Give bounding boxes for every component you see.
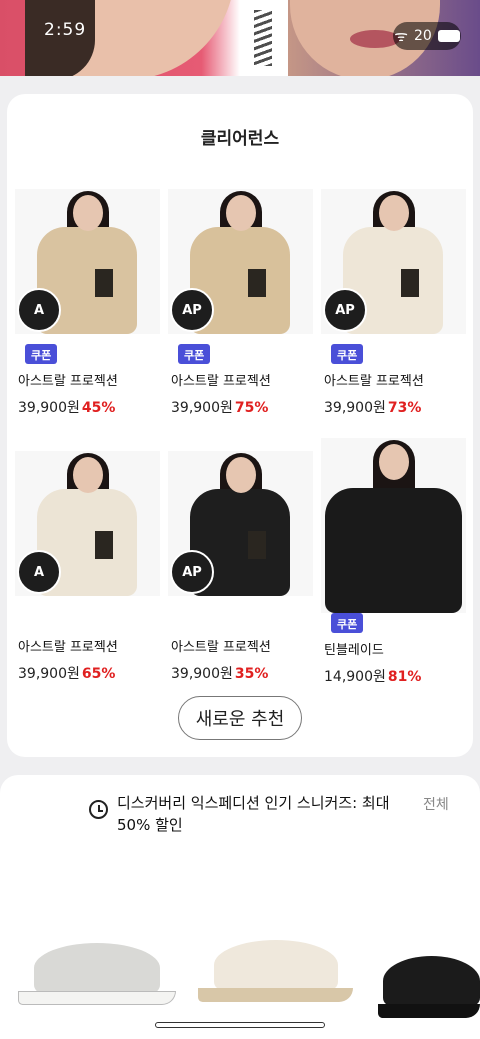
product-image[interactable]: A (15, 189, 160, 334)
product-card[interactable]: A 아스트랄 프로젝션 39,900원 65% (15, 451, 160, 683)
banner-graphic (240, 0, 288, 76)
see-all-link[interactable]: 전체 (423, 794, 449, 814)
brand-logo-badge: AP (170, 288, 214, 332)
shoe-sole (198, 988, 353, 1002)
product-price: 39,900원 73% (324, 397, 466, 417)
brand-logo-badge: AP (170, 550, 214, 594)
wifi-icon: ᯤ (394, 27, 408, 45)
model-head (379, 444, 409, 480)
status-indicators: ᯤ 20 (393, 22, 461, 50)
price-value: 14,900원 (324, 669, 386, 685)
model-head (226, 195, 256, 231)
coupon-badge: 쿠폰 (178, 344, 211, 364)
shoe-upper (33, 943, 161, 993)
price-value: 39,900원 (171, 400, 233, 416)
product-name: 아스트랄 프로젝션 (324, 374, 424, 389)
price-value: 39,900원 (171, 666, 233, 682)
coupon-badge: 쿠폰 (25, 344, 58, 364)
featured-title[interactable]: 디스커버리 익스페디션 인기 스니커즈: 최대 50% 할인 (117, 792, 407, 836)
clearance-section: 클리어런스 A 쿠폰 아스트랄 프로젝션 39,900원 45% AP 쿠폰 아스트랄 프로젝… (7, 94, 473, 757)
jacket-pocket (248, 269, 266, 297)
product-price: 14,900원 81% (324, 666, 466, 686)
discount-rate: 45% (81, 400, 116, 416)
model-head (379, 195, 409, 231)
battery-icon (437, 30, 460, 42)
model-head (73, 457, 103, 493)
model-head (73, 195, 103, 231)
clock-icon (89, 800, 108, 819)
featured-section: 디스커버리 익스페디션 인기 스니커즈: 최대 50% 할인 전체 (0, 775, 480, 1039)
price-value: 39,900원 (324, 400, 386, 416)
jacket-pocket (95, 531, 113, 559)
coupon-badge: 쿠폰 (331, 613, 364, 633)
product-image[interactable]: A (15, 451, 160, 596)
discount-rate: 81% (387, 669, 422, 685)
shoe-upper (213, 940, 338, 990)
home-indicator (155, 1022, 325, 1028)
shoe-product-3[interactable] (378, 940, 480, 1018)
product-name: 아스트랄 프로젝션 (18, 640, 118, 655)
product-image[interactable] (321, 438, 466, 613)
product-image[interactable]: AP (168, 451, 313, 596)
price-value: 39,900원 (18, 666, 80, 682)
product-price: 39,900원 35% (171, 663, 313, 683)
jacket (325, 488, 462, 613)
shoe-sole (18, 991, 176, 1005)
price-value: 39,900원 (18, 400, 80, 416)
discount-rate: 73% (387, 400, 422, 416)
brand-logo-badge: A (17, 550, 61, 594)
shoe-product-1[interactable] (18, 925, 176, 1005)
product-name: 아스트랄 프로젝션 (171, 640, 271, 655)
product-name: 아스트랄 프로젝션 (18, 374, 118, 389)
status-time: 2:59 (44, 20, 87, 40)
brand-logo-badge: AP (323, 288, 367, 332)
jacket-pocket (95, 269, 113, 297)
product-card[interactable]: A 쿠폰아스트랄 프로젝션 39,900원 45% (15, 189, 160, 417)
product-card[interactable]: AP 쿠폰아스트랄 프로젝션 39,900원 75% (168, 189, 313, 417)
product-name: 아스트랄 프로젝션 (171, 374, 271, 389)
product-image[interactable]: AP (168, 189, 313, 334)
jacket-pocket (248, 531, 266, 559)
new-recommendation-button[interactable]: 새로운 추천 (178, 696, 302, 740)
product-card[interactable]: AP 쿠폰아스트랄 프로젝션 39,900원 73% (321, 189, 466, 417)
discount-rate: 35% (234, 666, 269, 682)
shoe-upper (383, 956, 480, 1006)
shoe-sole (378, 1004, 480, 1018)
product-card[interactable]: 쿠폰틴블레이드 14,900원 81% (321, 438, 466, 686)
model-head (226, 457, 256, 493)
section-title: 클리어런스 (200, 129, 280, 149)
product-price: 39,900원 65% (18, 663, 160, 683)
product-price: 39,900원 45% (18, 397, 160, 417)
brand-logo-badge: A (17, 288, 61, 332)
product-image[interactable]: AP (321, 189, 466, 334)
product-card[interactable]: AP 아스트랄 프로젝션 39,900원 35% (168, 451, 313, 683)
discount-rate: 65% (81, 666, 116, 682)
product-price: 39,900원 75% (171, 397, 313, 417)
discount-rate: 75% (234, 400, 269, 416)
shoe-product-2[interactable] (198, 930, 353, 1002)
battery-level: 20 (413, 28, 432, 44)
product-name: 틴블레이드 (324, 643, 384, 658)
coupon-badge: 쿠폰 (331, 344, 364, 364)
jacket-pocket (401, 269, 419, 297)
